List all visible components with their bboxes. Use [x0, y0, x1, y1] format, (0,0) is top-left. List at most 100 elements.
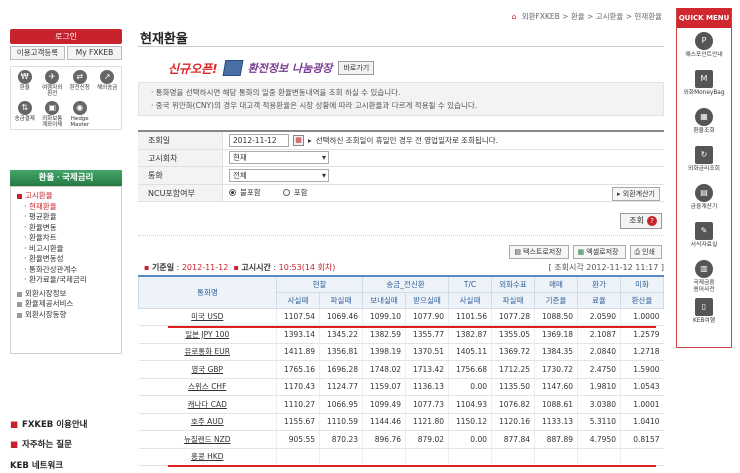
- rate-cell: 1.9810: [577, 378, 621, 396]
- quick-menu-item[interactable]: ▯ KEB여행: [677, 298, 731, 332]
- tool-label: 외화보통 계좌이체: [42, 116, 63, 128]
- currency-link[interactable]: 영국 GBP: [138, 360, 277, 379]
- rate-cell: 887.89: [534, 430, 578, 449]
- quick-menu-label: 국제금융 용어사전: [693, 280, 715, 293]
- print-button[interactable]: ⎙ 인쇄: [629, 245, 662, 259]
- quick-menu: QUICK MENU P 예스포인트안내 M 외화MoneyBag ▦ 환율조회 ↻ 외화금리…: [676, 8, 732, 348]
- side-menu-item[interactable]: 환율변동성: [15, 254, 117, 265]
- currency-link[interactable]: 홍콩 HKD: [138, 448, 277, 466]
- tool-button[interactable]: ✈ 여행자외 환전: [39, 67, 67, 98]
- currency-icon: ₩: [17, 70, 32, 84]
- side-menu-item[interactable]: 환율변동: [15, 223, 117, 234]
- tool-button[interactable]: ⇄ 환전신청: [66, 67, 94, 98]
- side-menu-item[interactable]: 고시환율: [15, 191, 117, 202]
- network-link[interactable]: KEB 네트워크: [10, 459, 63, 471]
- login-button[interactable]: 로그인: [10, 29, 122, 44]
- quick-menu-item[interactable]: ▦ 환율조회: [677, 108, 731, 142]
- breadcrumb-item[interactable]: 외환FXKEB: [522, 12, 560, 21]
- currency-link[interactable]: 캐나다 CAD: [138, 395, 277, 414]
- notice-line: · 중국 위안화(CNY)의 경우 대고객 적용환율은 시장 상황에 따라 고시…: [151, 101, 478, 110]
- search-form: 조회일 2012-11-12 ▦ ▸ 선택하신 조회일이 휴일인 경우 전 영업…: [138, 130, 664, 202]
- currency-link[interactable]: 호주 AUD: [138, 413, 277, 431]
- rate-cell: 1066.95: [319, 395, 363, 414]
- quick-menu-item[interactable]: ▥ 국제금융 용어사전: [677, 260, 731, 294]
- promo-banner[interactable]: 신규오픈! 환전정보 나눔광장 바로가기: [168, 56, 375, 80]
- col-trade: 매매: [534, 275, 578, 293]
- home-icon[interactable]: ⌂: [512, 12, 517, 21]
- ncu-row: NCU포함여부 불포함 포함 ▸ 외환계산기: [138, 184, 664, 202]
- quick-menu-label: 금융계산기: [690, 204, 718, 210]
- ncu-include-radio[interactable]: [282, 189, 290, 197]
- table-row: 호주 AUD 1155.67 1110.59 1144.46 1121.80 1150.1…: [138, 413, 664, 431]
- currency-link[interactable]: 뉴질랜드 NZD: [138, 430, 277, 449]
- date-note-arrow-icon: ▸: [308, 135, 312, 145]
- calculator-label: 외환계산기: [622, 189, 655, 198]
- quick-menu-item[interactable]: P 예스포인트안내: [677, 32, 731, 66]
- rate-cell: 4.7950: [577, 430, 621, 449]
- side-menu-item[interactable]: 환가료율/국제금리: [15, 275, 117, 286]
- round-select[interactable]: 현재: [229, 151, 329, 165]
- save-text-button[interactable]: ▤ 텍스트로저장: [509, 245, 569, 259]
- rate-cell: 1077.28: [491, 308, 535, 326]
- currency-link[interactable]: 스위스 CHF: [138, 378, 277, 396]
- quick-menu-item[interactable]: ↻ 외화금리조회: [677, 146, 731, 180]
- col-usd: 미화: [620, 275, 664, 293]
- banner-go-button[interactable]: 바로가기: [338, 61, 375, 75]
- quick-menu-item[interactable]: M 외화MoneyBag: [677, 70, 731, 104]
- excel-icon: ▦: [577, 248, 585, 256]
- col-check: 외화수표: [491, 275, 535, 293]
- side-menu-item[interactable]: 외환시장동향: [15, 310, 117, 321]
- rate-cell: 0.8157: [620, 430, 664, 449]
- breadcrumb-item[interactable]: 고시환율: [596, 12, 624, 21]
- page-title: 현재환율: [140, 32, 188, 47]
- calendar-icon[interactable]: ▦: [293, 134, 304, 146]
- my-fxkeb-button[interactable]: My FXKEB: [67, 46, 122, 60]
- save-excel-button[interactable]: ▦ 엑셀로저장: [572, 245, 626, 259]
- round-label: 고시회차: [138, 149, 223, 166]
- calculator-button[interactable]: ▸ 외환계산기: [612, 186, 660, 201]
- banner-name: 환전정보 나눔광장: [247, 62, 333, 75]
- rate-cell: 877.84: [491, 430, 535, 449]
- currency-select[interactable]: 전체: [229, 168, 329, 182]
- sub-commission-rate: 료율: [577, 291, 621, 309]
- currency-label: 통화: [138, 167, 223, 184]
- tool-button[interactable]: ◉ Hedge Master: [66, 98, 94, 129]
- side-menu-item[interactable]: 환율제공서비스: [15, 299, 117, 310]
- rate-cell: [319, 448, 363, 466]
- date-input[interactable]: 2012-11-12: [229, 133, 289, 147]
- breadcrumb-item[interactable]: 환율: [571, 12, 585, 21]
- rate-cell: 1370.51: [405, 343, 449, 361]
- ncu-exclude-radio[interactable]: [229, 189, 236, 197]
- side-menu-item[interactable]: 통화간상관계수: [15, 265, 117, 276]
- quick-menu-item[interactable]: ✎ 서식자료실: [677, 222, 731, 256]
- currency-link[interactable]: 유로통화 EUR: [138, 343, 277, 361]
- highlight-underline-usd: [168, 326, 656, 328]
- guide-link[interactable]: ■ FXKEB 이용안내: [10, 418, 88, 430]
- tool-button[interactable]: ⇅ 송금결제: [11, 98, 39, 129]
- faq-link[interactable]: ■ 자주하는 질문: [10, 438, 72, 450]
- currency-link[interactable]: 일본 JPY 100: [138, 325, 277, 344]
- notice-text: 중국 위안화(CNY)의 경우 대고객 적용환율은 시장 상황에 따라 고시환율…: [155, 101, 478, 110]
- side-menu-item[interactable]: 외환시장정보: [15, 289, 117, 300]
- register-button[interactable]: 이용고객등록: [10, 46, 65, 60]
- side-menu-item[interactable]: 평균환율: [15, 212, 117, 223]
- rate-cell: 1159.07: [362, 378, 406, 396]
- quick-menu-label: KEB여행: [692, 318, 716, 324]
- side-menu-item[interactable]: 환율차트: [15, 233, 117, 244]
- currency-link[interactable]: 미국 USD: [138, 308, 277, 326]
- tool-label: Hedge Master: [70, 116, 90, 128]
- table-row: 유로통화 EUR 1411.89 1356.81 1398.19 1370.51 1405…: [138, 343, 664, 361]
- rate-cell: [276, 448, 320, 466]
- rate-cell: 1121.80: [405, 413, 449, 431]
- rate-cell: 1155.67: [276, 413, 320, 431]
- rate-cell: 2.4750: [577, 360, 621, 379]
- tool-button[interactable]: ▣ 외화보통 계좌이체: [39, 98, 67, 129]
- rate-cell: [362, 448, 406, 466]
- quick-menu-item[interactable]: ▤ 금융계산기: [677, 184, 731, 218]
- side-menu-item[interactable]: 비고시환율: [15, 244, 117, 255]
- search-button[interactable]: 조회 ?: [620, 213, 662, 229]
- side-menu-item[interactable]: 현재환율: [15, 202, 117, 213]
- tool-button[interactable]: ₩ 환율: [11, 67, 39, 98]
- search-label: 조회: [629, 216, 644, 225]
- tool-button[interactable]: ↗ 해외송금: [94, 67, 122, 98]
